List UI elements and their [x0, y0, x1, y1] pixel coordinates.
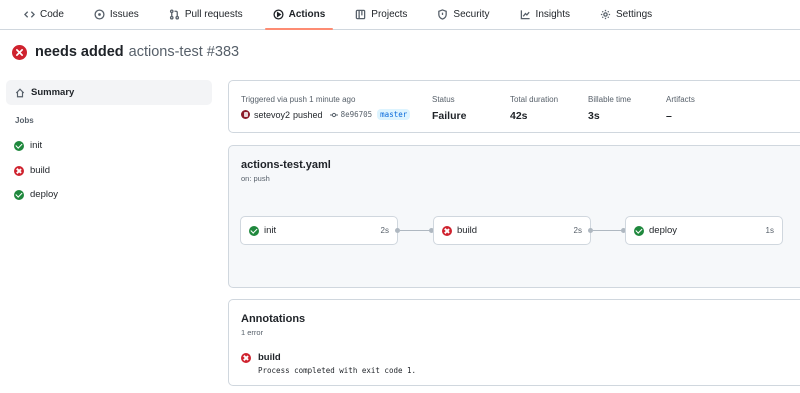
check-circle-icon — [14, 189, 24, 200]
status-stat: Status Failure — [432, 95, 466, 122]
duration-value: 42s — [510, 110, 528, 122]
run-workflow-ref: actions-test #383 — [128, 44, 240, 60]
x-circle-icon — [241, 352, 251, 363]
artifacts-value: – — [666, 110, 672, 122]
branch-badge[interactable]: master — [377, 109, 411, 120]
table-icon — [356, 9, 366, 20]
workflow-trigger: on: push — [241, 174, 270, 183]
check-circle-icon — [634, 225, 644, 236]
tab-issues-label: Issues — [109, 9, 139, 20]
graph-job-duration: 2s — [573, 226, 582, 235]
shield-icon — [438, 9, 448, 20]
sidebar-job-init[interactable]: init — [14, 140, 42, 151]
sidebar-job-label: deploy — [30, 189, 58, 200]
sidebar-jobs-heading: Jobs — [15, 116, 34, 125]
annotation-job: build — [258, 352, 281, 363]
duration-label: Total duration — [510, 95, 559, 104]
tab-security-label: Security — [453, 9, 490, 20]
tab-settings-label: Settings — [616, 9, 653, 20]
run-info-card: Triggered via push 1 minute ago setevoy2… — [228, 80, 800, 133]
check-circle-icon — [14, 140, 24, 151]
sidebar-summary[interactable]: Summary — [6, 80, 212, 105]
graph-job-label: deploy — [649, 225, 677, 236]
tab-settings[interactable]: Settings — [592, 0, 660, 29]
x-circle-icon — [14, 165, 24, 176]
commit-icon — [329, 112, 338, 117]
code-icon — [24, 11, 35, 18]
graph-connector-line — [400, 230, 430, 231]
graph-icon — [520, 10, 530, 20]
sidebar-job-build[interactable]: build — [14, 165, 50, 176]
tab-actions[interactable]: Actions — [264, 0, 334, 30]
actor-name[interactable]: setevoy2 — [254, 110, 290, 120]
billable-label: Billable time — [588, 95, 632, 104]
tab-actions-label: Actions — [288, 9, 326, 20]
pull-request-icon — [169, 9, 179, 20]
tab-projects[interactable]: Projects — [347, 0, 415, 29]
x-circle-icon — [12, 44, 27, 60]
billable-value[interactable]: 3s — [588, 110, 631, 122]
tab-code[interactable]: Code — [16, 0, 72, 29]
graph-job-deploy[interactable]: deploy 1s — [625, 216, 783, 245]
tab-issues[interactable]: Issues — [86, 0, 147, 29]
status-value: Failure — [432, 110, 467, 122]
sidebar-job-label: build — [30, 165, 51, 176]
artifacts-label: Artifacts — [666, 95, 695, 104]
check-circle-icon — [249, 225, 259, 236]
duration-stat: Total duration 42s — [510, 95, 558, 122]
sidebar-job-label: init — [30, 140, 43, 151]
push-details: setevoy2 pushed 8e96705 master — [241, 109, 411, 120]
graph-job-init[interactable]: init 2s — [240, 216, 398, 245]
artifacts-stat: Artifacts – — [666, 95, 695, 122]
sidebar-summary-label: Summary — [31, 87, 75, 98]
annotations-title: Annotations — [241, 313, 306, 325]
tab-pull-requests[interactable]: Pull requests — [161, 0, 251, 29]
run-header: needs added actions-test #383 — [12, 44, 239, 60]
avatar[interactable] — [241, 110, 250, 119]
billable-stat: Billable time 3s — [588, 95, 631, 122]
graph-job-label: init — [264, 225, 277, 236]
tab-pull-requests-label: Pull requests — [184, 9, 243, 20]
commit-link[interactable]: 8e96705 — [329, 110, 373, 119]
gear-icon — [600, 9, 611, 20]
repo-nav: Code Issues Pull requests Actions Projec… — [0, 0, 800, 30]
annotation-message: Process completed with exit code 1. — [258, 366, 417, 375]
workflow-graph-card: actions-test.yaml on: push init 2s build… — [228, 145, 800, 288]
annotations-card: Annotations 1 error build Process comple… — [228, 299, 800, 386]
commit-sha: 8e96705 — [340, 110, 373, 119]
graph-job-build[interactable]: build 2s — [433, 216, 591, 245]
tab-insights[interactable]: Insights — [512, 0, 578, 29]
tab-security[interactable]: Security — [429, 0, 497, 29]
annotations-count: 1 error — [241, 328, 264, 337]
graph-job-duration: 1s — [765, 226, 774, 235]
annotation-item[interactable]: build — [241, 352, 281, 363]
graph-job-duration: 2s — [380, 226, 389, 235]
tab-code-label: Code — [40, 9, 64, 20]
play-icon — [273, 9, 284, 20]
sidebar-job-deploy[interactable]: deploy — [14, 189, 58, 200]
tab-insights-label: Insights — [535, 9, 571, 20]
workflow-file-name[interactable]: actions-test.yaml — [241, 159, 331, 171]
run-title: needs added — [35, 44, 124, 60]
trigger-text: Triggered via push 1 minute ago — [241, 95, 356, 104]
tab-projects-label: Projects — [371, 9, 408, 20]
issue-icon — [94, 9, 105, 20]
push-action: pushed — [293, 109, 323, 120]
graph-job-label: build — [457, 225, 478, 236]
graph-connector-line — [593, 230, 623, 231]
status-label: Status — [432, 95, 455, 104]
home-icon — [15, 87, 25, 97]
x-circle-icon — [442, 225, 452, 236]
